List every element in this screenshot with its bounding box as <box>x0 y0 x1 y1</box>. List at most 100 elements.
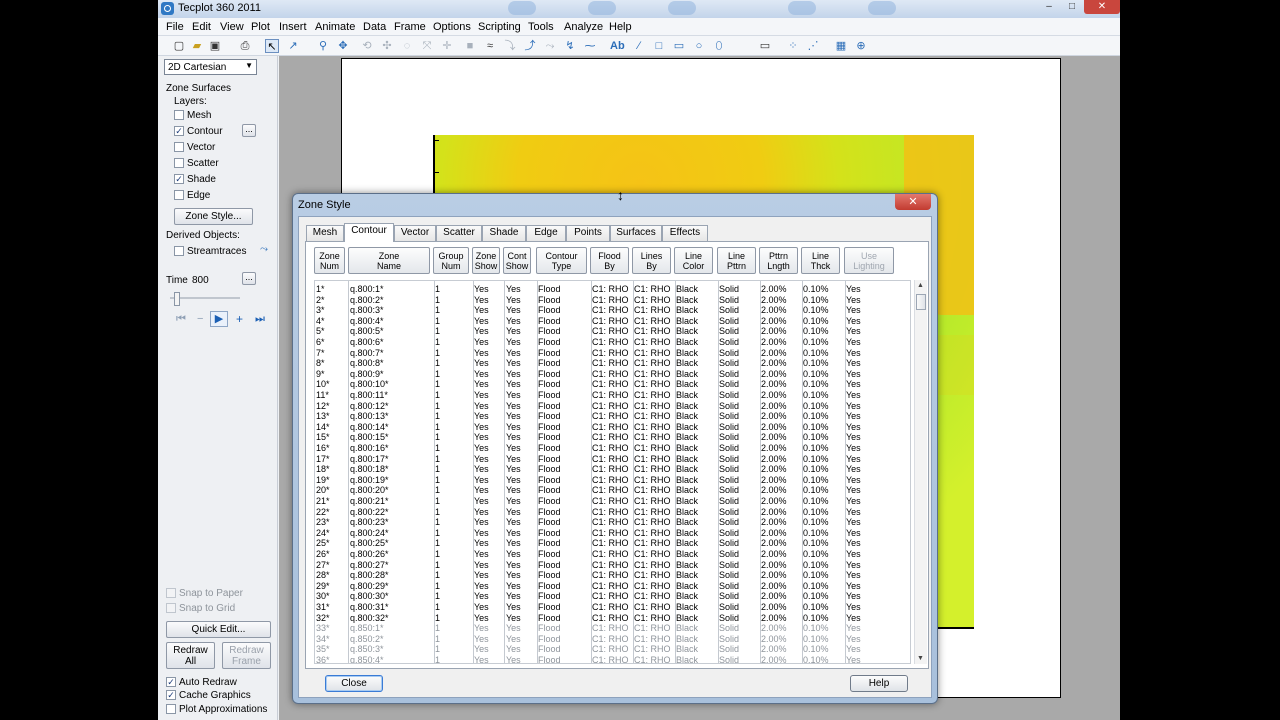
table-row[interactable]: 16* q.800:16* 1 Yes Yes Flood C1: RHO C1: RHO Bl… <box>315 443 910 454</box>
table-row[interactable]: 30* q.800:30* 1 Yes Yes Flood C1: RHO C1: RHO Bl… <box>315 591 910 602</box>
table-row[interactable]: 8* q.800:8* 1 Yes Yes Flood C1: RHO C1: RHO Blac… <box>315 358 910 369</box>
close-window-button[interactable]: ✕ <box>1084 0 1120 14</box>
contour-checkbox[interactable]: ✓ <box>174 126 184 136</box>
line-tool-icon[interactable]: ⋰ <box>806 39 820 53</box>
text-icon[interactable]: Ab <box>610 39 625 53</box>
tab-points[interactable]: Points <box>566 225 610 241</box>
table-row[interactable]: 17* q.800:17* 1 Yes Yes Flood C1: RHO C1: RHO Bl… <box>315 454 910 465</box>
column-header[interactable]: Line Pttrn <box>717 247 756 274</box>
table-row[interactable]: 19* q.800:19* 1 Yes Yes Flood C1: RHO C1: RHO Bl… <box>315 475 910 486</box>
step-back-icon[interactable]: − <box>197 313 203 325</box>
contour-remove-icon[interactable]: ⤳ <box>543 39 557 53</box>
close-button[interactable]: Close <box>325 675 383 692</box>
edge-checkbox[interactable] <box>174 190 184 200</box>
new-icon[interactable]: ▢ <box>172 39 186 53</box>
skip-last-icon[interactable]: ⏭ <box>255 313 265 326</box>
menu-insert[interactable]: Insert <box>279 21 307 33</box>
table-row[interactable]: 29* q.800:29* 1 Yes Yes Flood C1: RHO C1: RHO Bl… <box>315 581 910 592</box>
table-row[interactable]: 31* q.800:31* 1 Yes Yes Flood C1: RHO C1: RHO Bl… <box>315 602 910 613</box>
menu-file[interactable]: File <box>166 21 184 33</box>
plot-approximations-checkbox[interactable] <box>166 704 176 714</box>
table-row[interactable]: 5* q.800:5* 1 Yes Yes Flood C1: RHO C1: RHO Blac… <box>315 326 910 337</box>
table-row[interactable]: 13* q.800:13* 1 Yes Yes Flood C1: RHO C1: RHO Bl… <box>315 411 910 422</box>
table-row[interactable]: 9* q.800:9* 1 Yes Yes Flood C1: RHO C1: RHO Blac… <box>315 369 910 380</box>
table-row[interactable]: 14* q.800:14* 1 Yes Yes Flood C1: RHO C1: RHO Bl… <box>315 422 910 433</box>
skip-first-icon[interactable]: ⏮ <box>176 313 186 326</box>
redraw-frame-button[interactable]: Redraw Frame <box>222 642 271 669</box>
tab-edge[interactable]: Edge <box>526 225 566 241</box>
menu-data[interactable]: Data <box>363 21 386 33</box>
table-row[interactable]: 7* q.800:7* 1 Yes Yes Flood C1: RHO C1: RHO Blac… <box>315 348 910 359</box>
snap-to-grid-checkbox[interactable] <box>166 603 176 613</box>
menu-scripting[interactable]: Scripting <box>478 21 521 33</box>
table-row[interactable]: 2* q.800:2* 1 Yes Yes Flood C1: RHO C1: RHO Blac… <box>315 295 910 306</box>
scatter-tool-icon[interactable]: ⁘ <box>786 39 800 53</box>
list-scrollbar[interactable]: ▲ ▼ <box>914 280 927 664</box>
table-row[interactable]: 28* q.800:28* 1 Yes Yes Flood C1: RHO C1: RHO Bl… <box>315 570 910 581</box>
column-header[interactable]: Group Num <box>433 247 469 274</box>
table-row[interactable]: 32* q.800:32* 1 Yes Yes Flood C1: RHO C1: RHO Bl… <box>315 613 910 624</box>
slice-icon[interactable]: ■ <box>463 39 477 53</box>
save-icon[interactable]: ▣ <box>208 39 222 53</box>
scroll-down-icon[interactable]: ▼ <box>917 655 924 662</box>
menu-animate[interactable]: Animate <box>315 21 355 33</box>
polyline-icon[interactable]: ∕ <box>632 39 646 53</box>
table-row[interactable]: 22* q.800:22* 1 Yes Yes Flood C1: RHO C1: RHO Bl… <box>315 507 910 518</box>
menu-edit[interactable]: Edit <box>192 21 211 33</box>
table-row[interactable]: 35* q.850:3* 1 Yes Yes Flood C1: RHO C1: RHO Bla… <box>315 644 910 655</box>
zone-style-button[interactable]: Zone Style... <box>174 208 253 225</box>
column-header[interactable]: Zone Show <box>472 247 500 274</box>
rectangle-icon[interactable]: ▭ <box>672 39 686 53</box>
table-row[interactable]: 26* q.800:26* 1 Yes Yes Flood C1: RHO C1: RHO Bl… <box>315 549 910 560</box>
print-icon[interactable]: ⎙ <box>238 39 252 53</box>
table-row[interactable]: 15* q.800:15* 1 Yes Yes Flood C1: RHO C1: RHO Bl… <box>315 432 910 443</box>
time-slider-thumb[interactable] <box>174 292 180 306</box>
column-header[interactable]: Lines By <box>632 247 671 274</box>
iso-icon[interactable]: ⤵ <box>503 39 517 53</box>
auto-redraw-checkbox[interactable]: ✓ <box>166 677 176 687</box>
shade-checkbox[interactable]: ✓ <box>174 174 184 184</box>
select-pointer-icon[interactable]: ↖ <box>265 39 279 53</box>
column-header[interactable]: Zone Name <box>348 247 430 274</box>
column-header[interactable]: Use Lighting <box>844 247 894 274</box>
scatter-checkbox[interactable] <box>174 158 184 168</box>
mesh-checkbox[interactable] <box>174 110 184 120</box>
snap-to-paper-checkbox[interactable] <box>166 588 176 598</box>
table-row[interactable]: 18* q.800:18* 1 Yes Yes Flood C1: RHO C1: RHO Bl… <box>315 464 910 475</box>
menu-analyze[interactable]: Analyze <box>564 21 603 33</box>
menu-tools[interactable]: Tools <box>528 21 554 33</box>
grid-icon[interactable]: ▦ <box>834 39 848 53</box>
rotate-icon[interactable]: ⟲ <box>360 39 374 53</box>
tab-mesh[interactable]: Mesh <box>306 225 344 241</box>
tab-contour[interactable]: Contour <box>344 223 394 242</box>
table-row[interactable]: 21* q.800:21* 1 Yes Yes Flood C1: RHO C1: RHO Bl… <box>315 496 910 507</box>
twist-icon[interactable]: ⤧ <box>420 39 434 53</box>
tab-effects[interactable]: Effects <box>662 225 708 241</box>
scroll-up-icon[interactable]: ▲ <box>917 282 924 289</box>
rollerball-icon[interactable]: ✣ <box>380 39 394 53</box>
zone-list[interactable]: 1* q.800:1* 1 Yes Yes Flood C1: RHO C1: RHO Blac… <box>314 280 911 664</box>
table-row[interactable]: 10* q.800:10* 1 Yes Yes Flood C1: RHO C1: RHO Bl… <box>315 379 910 390</box>
column-header[interactable]: Line Color <box>674 247 713 274</box>
table-row[interactable]: 3* q.800:3* 1 Yes Yes Flood C1: RHO C1: RHO Blac… <box>315 305 910 316</box>
table-row[interactable]: 1* q.800:1* 1 Yes Yes Flood C1: RHO C1: RHO Blac… <box>315 284 910 295</box>
maximize-button[interactable]: □ <box>1061 0 1083 14</box>
menu-options[interactable]: Options <box>433 21 471 33</box>
probe-icon[interactable]: ✛ <box>440 39 454 53</box>
zoom-icon[interactable]: ⚲ <box>316 39 330 53</box>
column-header[interactable]: Flood By <box>590 247 629 274</box>
translate-icon[interactable]: ✥ <box>336 39 350 53</box>
minimize-button[interactable]: – <box>1038 0 1060 14</box>
square-icon[interactable]: □ <box>652 39 666 53</box>
tab-vector[interactable]: Vector <box>394 225 436 241</box>
redraw-all-button[interactable]: Redraw All <box>166 642 215 669</box>
quick-edit-button[interactable]: Quick Edit... <box>166 621 271 638</box>
contour-add-icon[interactable]: ⤴ <box>523 39 537 53</box>
column-header[interactable]: Contour Type <box>536 247 587 274</box>
table-row[interactable]: 33* q.850:1* 1 Yes Yes Flood C1: RHO C1: RHO Bla… <box>315 623 910 634</box>
table-row[interactable]: 25* q.800:25* 1 Yes Yes Flood C1: RHO C1: RHO Bl… <box>315 538 910 549</box>
menu-plot[interactable]: Plot <box>251 21 270 33</box>
extract-icon[interactable]: ↯ <box>563 39 577 53</box>
menu-frame[interactable]: Frame <box>394 21 426 33</box>
tab-surfaces[interactable]: Surfaces <box>610 225 662 241</box>
